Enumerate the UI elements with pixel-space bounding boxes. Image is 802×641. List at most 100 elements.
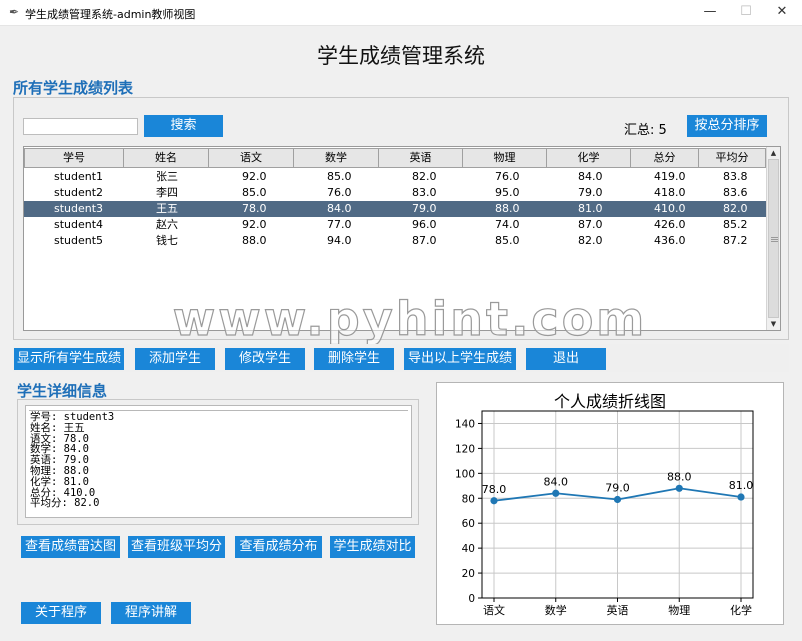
about-button[interactable]: 关于程序: [21, 602, 101, 624]
table-cell: 83.0: [412, 186, 437, 199]
table-row[interactable]: student4 赵六 92.0 77.0 96.0 74.0 87.0 426.0 85.2: [24, 217, 766, 233]
y-tick-label: 100: [455, 468, 475, 480]
maximize-button[interactable]: ☐: [731, 2, 761, 22]
table-cell: student2: [54, 186, 104, 199]
data-point: [490, 497, 498, 505]
data-label: 78.0: [482, 483, 507, 496]
table-row[interactable]: student3 王五 78.0 84.0 79.0 88.0 81.0 410.0 82.0: [24, 201, 766, 217]
table-cell: 436.0: [654, 234, 686, 247]
window-titlebar: ✒ 学生成绩管理系统-admin教师视图 — ☐ ✕: [0, 0, 802, 26]
action-row: [13, 344, 789, 372]
watermark-text: www.pyhint.com: [173, 292, 647, 346]
data-label: 81.0: [729, 479, 754, 492]
column-header[interactable]: 化学: [547, 148, 631, 168]
column-header[interactable]: 数学: [294, 148, 379, 168]
table-cell: 83.8: [723, 170, 748, 183]
page-title: 学生成绩管理系统: [317, 44, 485, 68]
column-header[interactable]: 总分: [631, 148, 699, 168]
table-cell: 87.0: [412, 234, 437, 247]
distribution-button[interactable]: 查看成绩分布: [235, 536, 322, 558]
table-cell: student5: [54, 234, 104, 247]
column-header[interactable]: 姓名: [124, 148, 209, 168]
grip-line: [771, 237, 778, 238]
show-all-button[interactable]: 显示所有学生成绩: [14, 348, 124, 370]
explain-button[interactable]: 程序讲解: [111, 602, 191, 624]
y-tick-label: 40: [462, 543, 475, 555]
line-chart: 0 20 40 60 80 100 120 140 语文 数学 英语 物理 化学 78.0 84.0 79.0…: [455, 410, 754, 617]
close-button[interactable]: ✕: [767, 2, 797, 22]
total-count: 汇总: 5: [624, 123, 667, 138]
minimize-button[interactable]: —: [695, 2, 725, 22]
table-header: 学号 姓名 语文 数学 英语 物理 化学 总分 平均分: [24, 147, 766, 168]
class-average-button[interactable]: 查看班级平均分: [128, 536, 225, 558]
line-chart-frame: 个人成绩折线图 0 20 40 60 80 100 120 140 语文 数学 英语 物理 化学 78.0…: [436, 382, 784, 625]
table-cell: 76.0: [327, 186, 352, 199]
compare-button[interactable]: 学生成绩对比: [330, 536, 415, 558]
table-cell: 419.0: [654, 170, 686, 183]
table-cell: 83.6: [723, 186, 748, 199]
export-button[interactable]: 导出以上学生成绩: [404, 348, 516, 370]
data-point: [613, 495, 622, 504]
column-header[interactable]: 物理: [463, 148, 547, 168]
column-header[interactable]: 语文: [209, 148, 294, 168]
table-cell: 钱七: [156, 234, 178, 247]
column-header[interactable]: 英语: [379, 148, 463, 168]
detail-section-label: 学生详细信息: [17, 382, 108, 400]
x-tick-label: 英语: [607, 603, 629, 617]
scroll-thumb[interactable]: [768, 159, 779, 318]
x-tick-label: 化学: [730, 603, 752, 617]
search-input[interactable]: [23, 118, 138, 135]
radar-chart-button[interactable]: 查看成绩雷达图: [21, 536, 120, 558]
table-cell: 88.0: [242, 234, 267, 247]
x-tick-label: 物理: [668, 603, 690, 617]
table-cell: 李四: [156, 186, 178, 199]
detail-textbox[interactable]: 学号: student3 姓名: 王五 语文: 78.0 数学: 84.0 英语…: [25, 405, 412, 518]
table-cell: 88.0: [495, 202, 520, 215]
search-button[interactable]: 搜索: [144, 115, 223, 137]
table-cell: 87.2: [723, 234, 748, 247]
x-tick-label: 语文: [483, 603, 505, 617]
table-cell: student3: [54, 202, 104, 215]
table-cell: 82.0: [412, 170, 437, 183]
table-cell: 94.0: [327, 234, 352, 247]
data-point: [675, 484, 683, 492]
column-header[interactable]: 平均分: [699, 148, 766, 168]
table-cell: 74.0: [495, 218, 520, 231]
table-cell: 84.0: [578, 170, 603, 183]
table-cell: 张三: [156, 170, 178, 183]
table-cell: 王五: [156, 202, 178, 215]
window-title: 学生成绩管理系统-admin教师视图: [25, 8, 196, 21]
table-cell: 92.0: [242, 218, 267, 231]
data-label: 79.0: [605, 482, 630, 495]
add-student-button[interactable]: 添加学生: [135, 348, 215, 370]
grip-line: [771, 241, 778, 242]
scroll-down-icon[interactable]: ▼: [767, 318, 780, 330]
table-row[interactable]: student5 钱七 88.0 94.0 87.0 85.0 82.0 436.0 87.2: [24, 233, 766, 249]
edit-student-button[interactable]: 修改学生: [225, 348, 305, 370]
table-cell: 95.0: [495, 186, 520, 199]
table-cell: 85.2: [723, 218, 748, 231]
data-label: 88.0: [667, 470, 692, 483]
y-tick-label: 120: [455, 443, 475, 455]
table-scrollbar[interactable]: ▲ ▼: [766, 147, 780, 330]
table-cell: student4: [54, 218, 104, 231]
table-cell: 92.0: [242, 170, 267, 183]
table-row[interactable]: student2 李四 85.0 76.0 83.0 95.0 79.0 418.0 83.6: [24, 185, 766, 201]
table-cell: 82.0: [578, 234, 603, 247]
data-label: 84.0: [544, 475, 569, 488]
table-cell: 96.0: [412, 218, 437, 231]
column-header[interactable]: 学号: [24, 148, 124, 168]
table-row[interactable]: student1 张三 92.0 85.0 82.0 76.0 84.0 419.0 83.8: [24, 169, 766, 185]
table-cell: 426.0: [654, 218, 686, 231]
delete-student-button[interactable]: 删除学生: [314, 348, 394, 370]
detail-text: 学号: student3 姓名: 王五 语文: 78.0 数学: 84.0 英语…: [30, 411, 115, 510]
grip-line: [771, 239, 778, 240]
sort-by-total-button[interactable]: 按总分排序: [687, 115, 767, 137]
scroll-up-icon[interactable]: ▲: [767, 147, 780, 159]
table-cell: 84.0: [327, 202, 352, 215]
exit-button[interactable]: 退出: [526, 348, 606, 370]
data-point: [737, 493, 745, 501]
table-cell: student1: [54, 170, 104, 183]
table-cell: 76.0: [495, 170, 520, 183]
feather-icon: ✒: [9, 5, 20, 19]
